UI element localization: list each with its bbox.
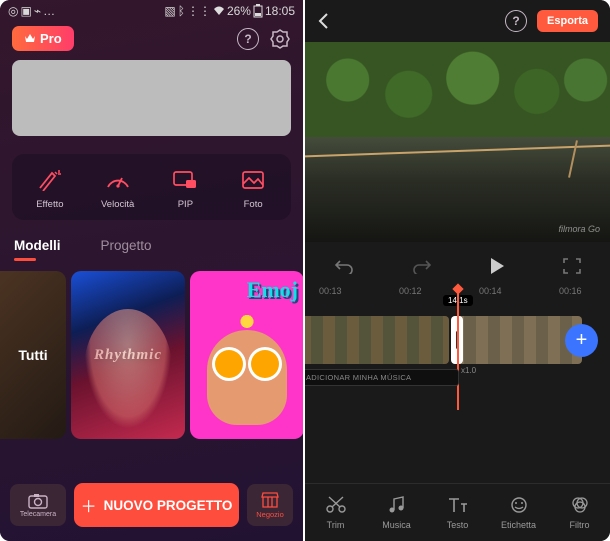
shop-icon — [261, 492, 279, 508]
pro-badge[interactable]: Pro — [12, 26, 74, 51]
music-icon — [388, 495, 406, 515]
clip[interactable] — [452, 316, 582, 364]
plus-icon: ＋ — [81, 493, 97, 517]
tool-row: Effetto Velocità PIP Foto — [12, 154, 291, 220]
camera-icon — [28, 493, 48, 509]
photo-icon — [239, 168, 267, 192]
time-tick: 00:14 — [479, 286, 502, 296]
tool-label: Velocità — [101, 199, 134, 210]
tool-label: Musica — [382, 520, 411, 530]
speed-indicator: x1.0 — [461, 366, 476, 375]
help-button[interactable]: ? — [505, 10, 527, 32]
camera-button[interactable]: Telecamera — [10, 484, 66, 526]
tool-effect[interactable]: Effetto — [20, 168, 80, 210]
templates-row: Tutti Rhythmic Emoj — [0, 271, 303, 439]
crown-icon — [24, 33, 36, 44]
add-clip-button[interactable]: + — [565, 324, 598, 357]
tool-trim[interactable]: Trim — [309, 495, 363, 530]
bluetooth-icon: ᛒ — [178, 4, 185, 18]
undo-button[interactable] — [334, 258, 354, 274]
notif-icon: ▣ — [20, 4, 31, 18]
shop-label: Negozio — [256, 510, 284, 519]
wifi-icon — [213, 6, 225, 16]
pip-icon — [171, 168, 199, 192]
playhead[interactable] — [457, 288, 459, 410]
timeline[interactable]: 14.1s x1.0 + ADICIONAR MINHA MÚSICA — [305, 306, 610, 392]
new-project-label: NUOVO PROGETTO — [104, 498, 233, 513]
wifi-icon: ⋮⋮ — [187, 4, 211, 18]
text-icon — [447, 495, 469, 515]
vibrate-icon: ▧ — [164, 4, 175, 18]
tool-pip[interactable]: PIP — [155, 168, 215, 210]
notif-icon: ◎ — [8, 4, 18, 18]
clock: 18:05 — [265, 4, 295, 18]
template-card-emoji[interactable]: Emoj — [190, 271, 303, 439]
time-tick: 00:13 — [319, 286, 342, 296]
clip[interactable] — [305, 316, 449, 364]
tool-label: Effetto — [36, 199, 63, 210]
tool-text[interactable]: Testo — [431, 495, 485, 530]
redo-button[interactable] — [412, 258, 432, 274]
notif-icon: ⌁ — [34, 4, 41, 18]
battery-percent: 26% — [227, 4, 251, 18]
tool-speed[interactable]: Velocità — [88, 168, 148, 210]
tool-label: PIP — [178, 199, 193, 210]
speed-icon — [104, 168, 132, 192]
effect-icon — [36, 168, 64, 192]
camera-label: Telecamera — [20, 511, 56, 518]
tab-project[interactable]: Progetto — [101, 238, 152, 259]
play-button[interactable] — [489, 257, 505, 275]
new-project-button[interactable]: ＋ NUOVO PROGETTO — [74, 483, 239, 527]
tool-label: Etichetta — [501, 520, 536, 530]
filter-icon — [570, 495, 590, 515]
battery-icon — [253, 4, 263, 18]
editor-toolbar: Trim Musica Testo Etichetta — [305, 483, 610, 541]
template-title: Tutti — [18, 347, 47, 363]
tool-label: Trim — [327, 520, 345, 530]
template-card-all[interactable]: Tutti — [0, 271, 66, 439]
plus-icon: + — [576, 329, 588, 352]
time-tick: 00:16 — [559, 286, 582, 296]
fullscreen-button[interactable] — [563, 258, 581, 274]
banner-placeholder — [12, 60, 291, 136]
video-preview[interactable]: filmora Go — [305, 42, 610, 242]
time-tick: 00:12 — [399, 286, 422, 296]
add-music-track[interactable]: ADICIONAR MINHA MÚSICA — [305, 369, 459, 386]
sticker-icon — [509, 495, 529, 515]
tool-label: Filtro — [570, 520, 590, 530]
tab-bar: Modelli Progetto — [14, 238, 289, 259]
status-bar: ◎ ▣ ⌁ … ▧ ᛒ ⋮⋮ 26% 18:05 — [0, 0, 303, 22]
tab-templates[interactable]: Modelli — [14, 238, 61, 259]
template-title: Emoj — [247, 277, 298, 303]
tool-label: Foto — [244, 199, 263, 210]
tool-filter[interactable]: Filtro — [553, 495, 607, 530]
settings-button[interactable] — [269, 28, 291, 50]
watermark: filmora Go — [558, 224, 600, 234]
tool-music[interactable]: Musica — [370, 495, 424, 530]
tool-label-sticker[interactable]: Etichetta — [492, 495, 546, 530]
shop-button[interactable]: Negozio — [247, 484, 293, 526]
pro-label: Pro — [40, 31, 62, 46]
tool-label: Testo — [447, 520, 469, 530]
export-button[interactable]: Esporta — [537, 10, 598, 32]
help-button[interactable]: ? — [237, 28, 259, 50]
template-card-rhythmic[interactable]: Rhythmic — [71, 271, 185, 439]
tool-photo[interactable]: Foto — [223, 168, 283, 210]
back-button[interactable] — [317, 12, 331, 30]
trim-icon — [325, 495, 347, 515]
